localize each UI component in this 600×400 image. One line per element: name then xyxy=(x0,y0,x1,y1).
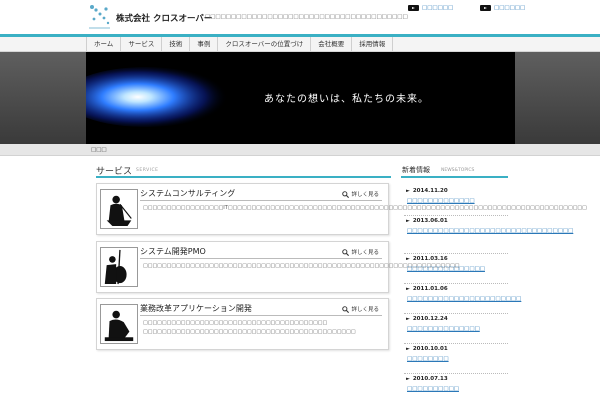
breadcrumb[interactable]: □□□ xyxy=(91,147,107,153)
news-item[interactable]: 2010.12.24 □□□□□□□□□□□□□□ xyxy=(404,314,508,344)
news-heading: 新着情報 NEWS&TOPICS xyxy=(401,164,508,178)
more-link-label: 詳しく見る xyxy=(351,250,379,256)
news-link[interactable]: □□□□□□□□□□□□□□□ xyxy=(407,265,507,273)
more-link[interactable]: 詳しく見る xyxy=(342,190,379,198)
hero-banner: あなたの想いは、私たちの未来。 xyxy=(86,52,515,144)
top-link-1[interactable]: □□□□□□ xyxy=(408,5,453,11)
top-link-2[interactable]: □□□□□□ xyxy=(480,5,525,11)
service-card-consulting[interactable]: システムコンサルティング 詳しく見る □□□□□□□□□□□□□□□□□IT□□… xyxy=(96,183,587,235)
nav-item-cases[interactable]: 事例 xyxy=(190,37,219,51)
more-link[interactable]: 詳しく見る xyxy=(342,305,379,313)
news-title: 新着情報 xyxy=(402,166,430,174)
card-divider xyxy=(140,258,382,259)
news-item[interactable]: 2011.03.16 □□□□□□□□□□□□□□□ xyxy=(404,254,508,284)
service-card-title[interactable]: 業務改革アプリケーション開発 xyxy=(140,303,252,314)
more-link[interactable]: 詳しく見る xyxy=(342,248,379,256)
bassist-silhouette-image xyxy=(100,247,138,287)
service-card-title[interactable]: システム開発PMO xyxy=(140,246,206,257)
magnifier-icon xyxy=(342,190,350,198)
magnifier-icon xyxy=(342,305,350,313)
magnifier-icon xyxy=(342,248,350,256)
global-nav-bar: ホーム サービス 技術 事例 クロスオーバーの位置づけ 会社概要 採用情報 xyxy=(0,34,600,52)
nav-item-technology[interactable]: 技術 xyxy=(162,37,191,51)
news-subtitle: NEWS&TOPICS xyxy=(441,168,475,173)
service-card-application[interactable]: 業務改革アプリケーション開発 詳しく見る □□□□□□□□□□□□□□□□□□□… xyxy=(96,298,389,350)
service-card-description: □□□□□□□□□□□□□□□□□□□□□□□□□□□□□□□□□□□□□□□ … xyxy=(143,320,356,335)
card-divider xyxy=(140,315,382,316)
video-icon xyxy=(480,5,491,11)
video-icon xyxy=(408,5,419,11)
service-card-description: □□□□□□□□□□□□□□□□□IT□□□□□□□□□□□□□□□□□□□□□… xyxy=(143,205,587,211)
violinist-silhouette-image xyxy=(100,189,138,229)
news-item[interactable]: 2013.06.01 □□□□□□□□□□□□□□□□□□□□□□□□□□□□□… xyxy=(404,216,573,254)
nav-item-positioning[interactable]: クロスオーバーの位置づけ xyxy=(218,37,312,51)
news-date: 2013.06.01 xyxy=(406,218,448,224)
card-divider xyxy=(140,200,382,201)
news-item[interactable]: 2011.01.06 □□□□□□□□□□□□□□□□□□□□□□ xyxy=(404,284,521,314)
services-heading: サービス SERVICE xyxy=(96,164,391,178)
news-item[interactable]: 2010.10.01 □□□□□□□□ xyxy=(404,344,508,374)
service-card-title[interactable]: システムコンサルティング xyxy=(140,188,235,199)
news-link[interactable]: □□□□□□□□ xyxy=(407,355,507,363)
news-date: 2014.11.20 xyxy=(406,188,448,194)
hero-catchphrase: あなたの想いは、私たちの未来。 xyxy=(264,94,429,105)
news-link[interactable]: □□□□□□□□□□□□□□□□□□□□□□□□□□□□□□□□ xyxy=(407,227,573,235)
news-date: 2011.03.16 xyxy=(406,256,448,262)
news-link[interactable]: □□□□□□□□□□□□□□ xyxy=(407,325,507,333)
global-nav: ホーム サービス 技術 事例 クロスオーバーの位置づけ 会社概要 採用情報 xyxy=(86,37,394,51)
top-link-label: □□□□□□ xyxy=(422,5,454,11)
top-link-label: □□□□□□ xyxy=(494,5,526,11)
news-date: 2010.10.01 xyxy=(406,346,448,352)
news-date: 2010.12.24 xyxy=(406,316,448,322)
news-link[interactable]: □□□□□□□□□□ xyxy=(407,385,507,393)
news-item[interactable]: 2014.11.20 □□□□□□□□□□□□□ xyxy=(404,186,508,216)
news-link[interactable]: □□□□□□□□□□□□□ xyxy=(407,197,507,205)
nav-item-company[interactable]: 会社概要 xyxy=(311,37,353,51)
services-title: サービス xyxy=(96,167,133,177)
nav-item-recruit[interactable]: 採用情報 xyxy=(352,37,394,51)
comet-glow-image xyxy=(86,67,228,127)
more-link-label: 詳しく見る xyxy=(351,307,379,313)
services-subtitle: SERVICE xyxy=(136,168,159,173)
news-date: 2010.07.13 xyxy=(406,376,448,382)
service-card-description: □□□□□□□□□□□□□□□□□□□□□□□□□□□□□□□□□□□□□□□□… xyxy=(143,263,460,269)
breadcrumb-bar: □□□ xyxy=(0,144,600,156)
nav-item-service[interactable]: サービス xyxy=(121,37,163,51)
nav-item-home[interactable]: ホーム xyxy=(86,37,122,51)
news-link[interactable]: □□□□□□□□□□□□□□□□□□□□□□ xyxy=(407,295,521,303)
news-date: 2011.01.06 xyxy=(406,286,448,292)
more-link-label: 詳しく見る xyxy=(351,192,379,198)
site-header: 株式会社 クロスオーバー □□□□□□□□□□□□□□□□□□□□□□□□□□□… xyxy=(0,0,600,34)
news-item[interactable]: 2010.07.13 □□□□□□□□□□ xyxy=(404,374,508,400)
top-links: □□□□□□ □□□□□□ xyxy=(0,5,600,15)
pianist-silhouette-image xyxy=(100,304,138,344)
service-card-pmo[interactable]: システム開発PMO 詳しく見る □□□□□□□□□□□□□□□□□□□□□□□□… xyxy=(96,241,460,293)
